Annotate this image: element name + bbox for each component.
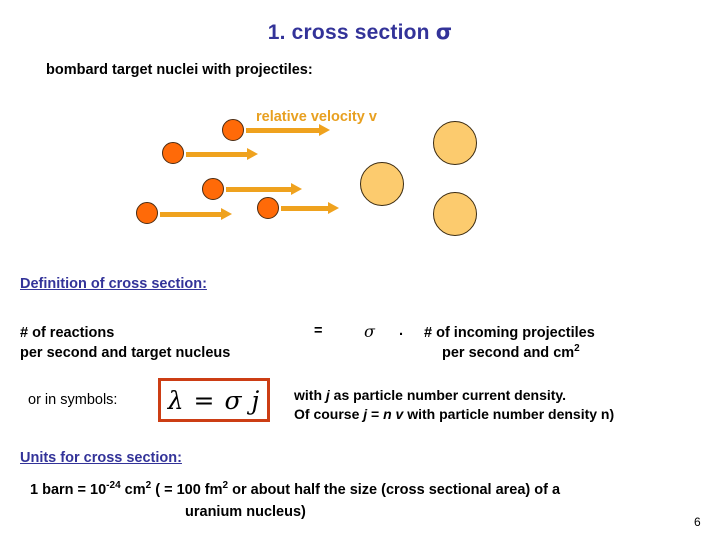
velocity-arrow-3 — [226, 183, 302, 195]
velocity-arrow-5 — [281, 202, 339, 214]
lambda-formula-text: λ = σ j — [167, 385, 261, 415]
definition-heading: Definition of cross section: — [20, 276, 207, 292]
target-nucleus-2 — [433, 121, 477, 165]
note-2-suffix: with particle number density n) — [403, 406, 615, 422]
units-line-1: 1 barn = 10-24 cm2 ( = 100 fm2 or about … — [30, 480, 561, 498]
projectile-5 — [257, 197, 279, 219]
subtitle-text: bombard target nuclei with projectiles: — [46, 62, 313, 78]
units-tail: or about half the size (cross sectional … — [228, 482, 561, 498]
reaction-rate-line1: # of reactions — [20, 325, 115, 341]
note-1-suffix: as particle number current density. — [329, 387, 567, 403]
note-2-nv-symbol: n v — [383, 406, 404, 422]
projectile-3 — [202, 178, 224, 200]
page-title: 1. cross section σ — [0, 20, 720, 45]
cm-squared-exponent: 2 — [574, 343, 580, 355]
projectile-flux-line2: per second and cm2 — [424, 343, 595, 363]
note-2-equals: = — [367, 406, 384, 422]
page-title-text: 1. cross section — [267, 21, 436, 44]
sigma-symbol-title: σ — [435, 20, 453, 44]
relative-velocity-label: relative velocity v — [256, 109, 377, 125]
projectile-4 — [136, 202, 158, 224]
units-line-2: uranium nucleus) — [185, 504, 306, 520]
projectile-flux-expression: # of incoming projectiles per second and… — [424, 323, 595, 363]
or-in-symbols-label: or in symbols: — [28, 392, 118, 408]
equals-sign: = — [314, 323, 323, 339]
projectile-flux-line1: # of incoming projectiles — [424, 325, 595, 341]
units-heading: Units for cross section: — [20, 450, 182, 466]
note-2-prefix: Of course — [294, 406, 364, 422]
projectile-1 — [222, 119, 244, 141]
velocity-arrow-2 — [186, 148, 258, 160]
velocity-arrow-4 — [160, 208, 232, 220]
velocity-arrow-1 — [246, 124, 330, 136]
target-nucleus-3 — [433, 192, 477, 236]
units-barn-prefix: 1 barn = 10 — [30, 482, 107, 498]
units-fm: ( = 100 fm — [151, 482, 223, 498]
reaction-rate-expression: # of reactions per second and target nuc… — [20, 323, 230, 363]
current-density-note: with j as particle number current densit… — [294, 386, 614, 424]
sigma-symbol: σ — [364, 322, 375, 341]
multiplication-dot: . — [399, 323, 404, 339]
reaction-rate-line2: per second and target nucleus — [20, 345, 231, 361]
lambda-formula-box: λ = σ j — [158, 378, 270, 422]
units-exp-minus24: -24 — [106, 480, 121, 492]
note-1-prefix: with — [294, 387, 326, 403]
projectile-2 — [162, 142, 184, 164]
projectile-flux-line2-text: per second and cm — [442, 345, 575, 361]
page-number: 6 — [694, 515, 701, 529]
target-nucleus-1 — [360, 162, 404, 206]
note-line-1: with j as particle number current densit… — [294, 386, 614, 405]
units-cm: cm — [120, 482, 146, 498]
note-line-2: Of course j = n v with particle number d… — [294, 405, 614, 424]
slide-canvas: 1. cross section σ bombard target nuclei… — [0, 0, 720, 540]
